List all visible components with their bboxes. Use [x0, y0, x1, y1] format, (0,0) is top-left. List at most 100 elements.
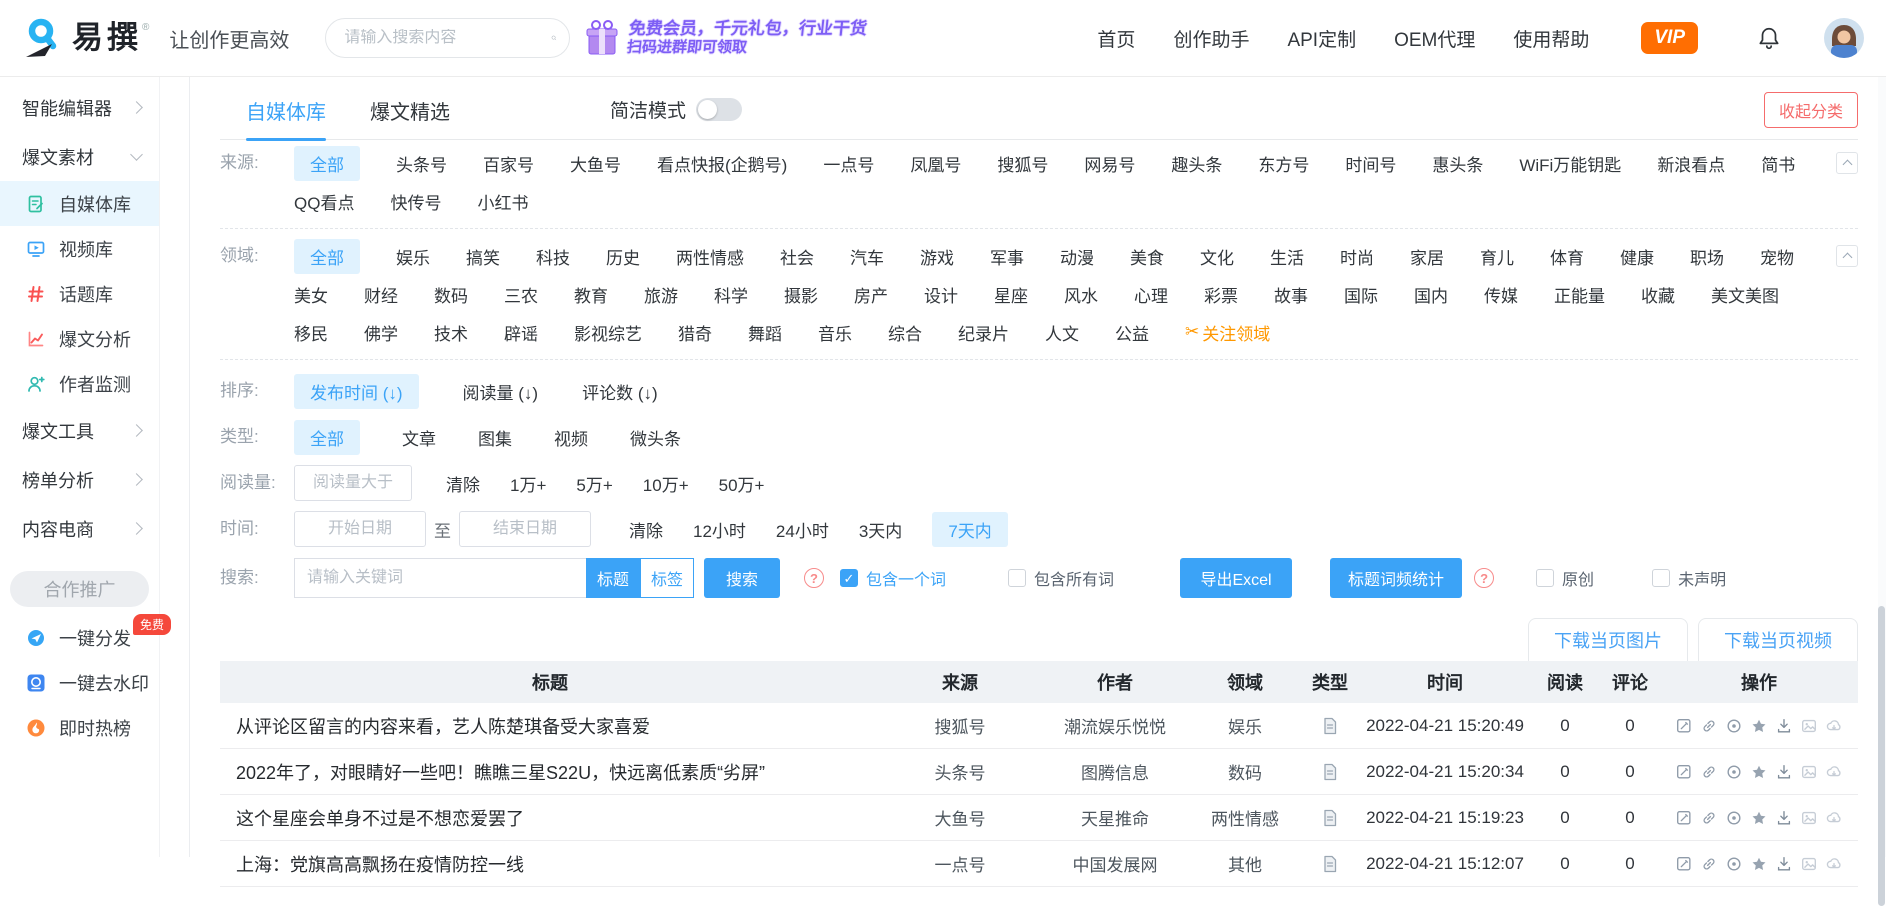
reads-preset[interactable]: 清除 — [446, 471, 480, 496]
header-search-input[interactable] — [344, 29, 552, 47]
reads-preset[interactable]: 5万+ — [576, 471, 612, 496]
cloud-download-action-icon[interactable] — [1825, 717, 1843, 735]
cloud-download-action-icon[interactable] — [1825, 855, 1843, 873]
edit-action-icon[interactable] — [1675, 809, 1693, 827]
article-author[interactable]: 图腾信息 — [1040, 759, 1190, 784]
field-chip[interactable]: 纪录片 — [958, 320, 1009, 345]
vip-badge[interactable]: VIP — [1641, 22, 1698, 54]
source-chip[interactable]: 新浪看点 — [1657, 151, 1725, 176]
sidebar-item-material[interactable]: 爆文素材 — [0, 132, 159, 181]
source-chip[interactable]: 看点快报(企鹅号) — [657, 151, 787, 176]
field-chip[interactable]: 社会 — [780, 244, 814, 269]
checkbox-unchecked[interactable] — [1008, 569, 1027, 587]
type-chip[interactable]: 微头条 — [630, 425, 681, 450]
star-favorite-action-icon[interactable] — [1750, 717, 1768, 735]
field-chip[interactable]: 音乐 — [818, 320, 852, 345]
sort-chip[interactable]: 发布时间 (↓) — [294, 373, 419, 409]
article-author[interactable]: 潮流娱乐悦悦 — [1040, 713, 1190, 738]
star-favorite-action-icon[interactable] — [1750, 855, 1768, 873]
source-chip[interactable]: 惠头条 — [1432, 151, 1483, 176]
field-chip[interactable]: 技术 — [434, 320, 468, 345]
time-preset[interactable]: 12小时 — [693, 517, 746, 542]
field-chip[interactable]: 舞蹈 — [748, 320, 782, 345]
reads-preset[interactable]: 50万+ — [719, 471, 765, 496]
field-chip[interactable]: 人文 — [1045, 320, 1079, 345]
checkbox-contain-one-word[interactable]: 包含一个词 — [840, 566, 946, 590]
type-chip[interactable]: 全部 — [294, 419, 360, 455]
article-title-link[interactable]: 这个星座会单身不过是不想恋爱罢了 — [220, 805, 880, 831]
sidebar-item-selfmedia-library[interactable]: 自媒体库 — [0, 181, 159, 226]
field-chip[interactable]: 军事 — [990, 244, 1024, 269]
trace-source-action-icon[interactable] — [1725, 763, 1743, 781]
checkbox-unchecked[interactable] — [1536, 569, 1555, 587]
nav-item[interactable]: 首页 — [1097, 25, 1135, 52]
field-chip[interactable]: 猎奇 — [678, 320, 712, 345]
tab-selfmedia-library[interactable]: 自媒体库 — [246, 96, 326, 141]
reads-threshold-input[interactable] — [294, 465, 412, 501]
image-export-action-icon[interactable] — [1800, 809, 1818, 827]
field-chip[interactable]: 彩票 — [1204, 282, 1238, 307]
field-chip[interactable]: 汽车 — [850, 244, 884, 269]
field-chip[interactable]: 科技 — [536, 244, 570, 269]
source-chip[interactable]: 头条号 — [396, 151, 447, 176]
source-chip[interactable]: 一点号 — [823, 151, 874, 176]
reads-preset[interactable]: 1万+ — [510, 471, 546, 496]
field-chip[interactable]: 设计 — [924, 282, 958, 307]
field-chip[interactable]: 旅游 — [644, 282, 678, 307]
sort-chip[interactable]: 评论数 (↓) — [582, 379, 658, 404]
sidebar-item-one-click-dispatch[interactable]: 一键分发 免费 — [0, 613, 171, 660]
field-chip[interactable]: 国内 — [1414, 282, 1448, 307]
star-favorite-action-icon[interactable] — [1750, 809, 1768, 827]
checkbox-checked[interactable] — [840, 569, 858, 587]
type-chip[interactable]: 图集 — [478, 425, 512, 450]
edit-action-icon[interactable] — [1675, 763, 1693, 781]
scrollbar-thumb[interactable] — [1878, 606, 1885, 906]
field-chip[interactable]: 生活 — [1270, 244, 1304, 269]
download-action-icon[interactable] — [1775, 855, 1793, 873]
source-chip[interactable]: 大鱼号 — [570, 151, 621, 176]
nav-item[interactable]: API定制 — [1287, 25, 1356, 52]
image-export-action-icon[interactable] — [1800, 855, 1818, 873]
checkbox-contain-all-words[interactable]: 包含所有词 — [1008, 566, 1114, 590]
collapse-categories-button[interactable]: 收起分类 — [1763, 92, 1858, 128]
field-chip[interactable]: 育儿 — [1480, 244, 1514, 269]
export-excel-button[interactable]: 导出Excel — [1180, 558, 1293, 598]
time-preset[interactable]: 清除 — [629, 517, 663, 542]
sidebar-item-smart-editor[interactable]: 智能编辑器 — [0, 83, 159, 132]
source-chip[interactable]: QQ看点 — [294, 189, 354, 214]
keyword-input[interactable] — [294, 558, 586, 598]
checkbox-unchecked[interactable] — [1652, 569, 1671, 587]
star-favorite-action-icon[interactable] — [1750, 763, 1768, 781]
article-title-link[interactable]: 从评论区留言的内容来看，艺人陈楚琪备受大家喜爱 — [220, 713, 880, 739]
article-author[interactable]: 中国发展网 — [1040, 851, 1190, 876]
search-icon[interactable] — [551, 27, 557, 49]
field-chip[interactable]: 科学 — [714, 282, 748, 307]
help-icon[interactable] — [804, 568, 824, 588]
field-chip[interactable]: 动漫 — [1060, 244, 1094, 269]
field-chip[interactable]: 体育 — [1550, 244, 1584, 269]
download-page-images-button[interactable]: 下载当页图片 — [1528, 618, 1688, 661]
field-chip[interactable]: 心理 — [1134, 282, 1168, 307]
field-collapse-caret[interactable] — [1836, 245, 1858, 267]
time-preset[interactable]: 24小时 — [776, 517, 829, 542]
avatar[interactable] — [1824, 18, 1864, 58]
start-date-input[interactable] — [294, 511, 426, 547]
follow-field-link[interactable]: ✂ 关注领域 — [1185, 320, 1270, 345]
field-chip[interactable]: 正能量 — [1554, 282, 1605, 307]
field-chip[interactable]: 历史 — [606, 244, 640, 269]
field-chip[interactable]: 辟谣 — [504, 320, 538, 345]
field-chip[interactable]: 宠物 — [1760, 244, 1794, 269]
sidebar-item-remove-watermark[interactable]: 一键去水印 — [0, 660, 159, 705]
edit-action-icon[interactable] — [1675, 855, 1693, 873]
source-chip[interactable]: 趣头条 — [1171, 151, 1222, 176]
field-chip[interactable]: 美食 — [1130, 244, 1164, 269]
source-collapse-caret[interactable] — [1836, 152, 1858, 174]
sidebar-item-video-library[interactable]: 视频库 — [0, 226, 159, 271]
field-chip[interactable]: 房产 — [854, 282, 888, 307]
image-export-action-icon[interactable] — [1800, 763, 1818, 781]
trace-source-action-icon[interactable] — [1725, 855, 1743, 873]
source-chip[interactable]: 时间号 — [1345, 151, 1396, 176]
field-chip[interactable]: 健康 — [1620, 244, 1654, 269]
download-action-icon[interactable] — [1775, 717, 1793, 735]
field-chip[interactable]: 时尚 — [1340, 244, 1374, 269]
